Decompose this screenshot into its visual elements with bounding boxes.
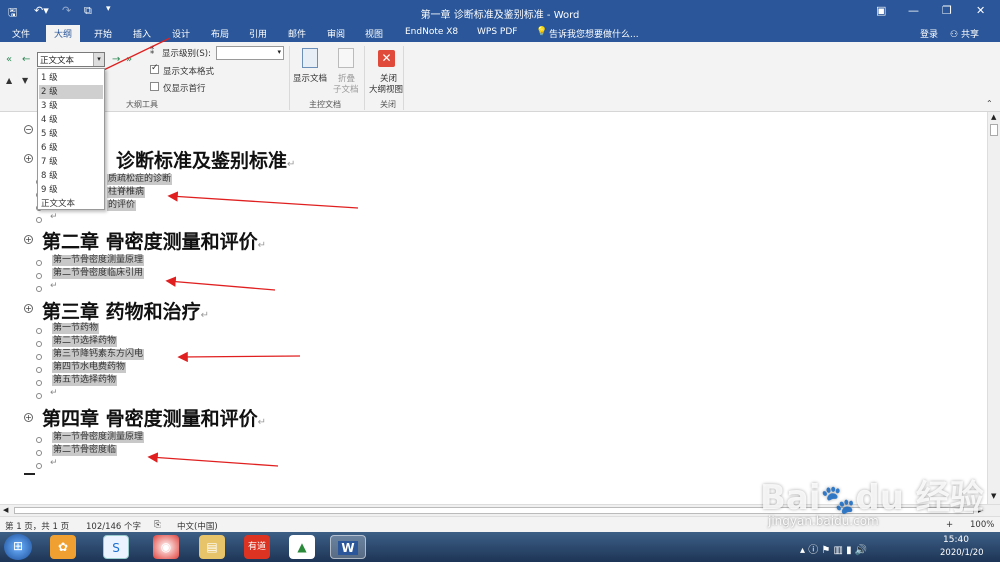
- level-option[interactable]: 4 级: [39, 113, 103, 127]
- taskbar: ⊞ ✿ S ◉ ▤ 有道 ▲ W ▴ ⓘ ⚑ ▥ ▮ 🔊 15:40 2020/…: [0, 532, 1000, 562]
- watermark-url: jingyan.baidu.com: [768, 514, 879, 528]
- word-icon: W: [338, 541, 358, 555]
- youdao-icon[interactable]: 有道: [244, 535, 270, 559]
- clock-time[interactable]: 15:40: [943, 535, 969, 545]
- red-arrow: [167, 191, 359, 209]
- app-icon-2[interactable]: ▲: [289, 535, 315, 559]
- page-count[interactable]: 第 1 页，共 1 页: [5, 520, 69, 532]
- word-count[interactable]: 102/146 个字: [86, 520, 141, 532]
- start-button[interactable]: ⊞: [4, 534, 32, 560]
- red-arrow: [177, 351, 301, 363]
- level-option[interactable]: 2 级: [39, 85, 103, 99]
- word-taskbar-icon[interactable]: W: [330, 535, 366, 559]
- sogou-icon[interactable]: S: [103, 535, 129, 559]
- browser-icon[interactable]: ◉: [153, 535, 179, 559]
- level-option[interactable]: 7 级: [39, 155, 103, 169]
- scroll-left-icon[interactable]: ◀: [3, 506, 8, 514]
- tray-icons[interactable]: ▴ ⓘ ⚑ ▥ ▮ 🔊: [800, 541, 867, 556]
- level-option[interactable]: 9 级: [39, 183, 103, 197]
- folder-icon[interactable]: ▤: [199, 535, 225, 559]
- proofing-icon[interactable]: ⎘: [154, 520, 161, 530]
- level-option[interactable]: 8 级: [39, 169, 103, 183]
- app-icon[interactable]: ✿: [50, 535, 76, 559]
- red-arrow: [165, 276, 276, 291]
- level-option[interactable]: 5 级: [39, 127, 103, 141]
- scroll-up-icon[interactable]: ▲: [991, 113, 996, 121]
- vertical-scrollbar[interactable]: ▲ ▼: [987, 112, 1000, 504]
- level-option[interactable]: 6 级: [39, 141, 103, 155]
- clock-date[interactable]: 2020/1/20: [940, 548, 984, 558]
- red-arrow: [147, 452, 279, 467]
- scroll-thumb[interactable]: [990, 124, 998, 136]
- outline-level-list: 1 级2 级3 级4 级5 级6 级7 级8 级9 级正文文本: [37, 68, 105, 210]
- level-option[interactable]: 1 级: [39, 71, 103, 85]
- level-option[interactable]: 正文文本: [39, 197, 103, 211]
- level-option[interactable]: 3 级: [39, 99, 103, 113]
- language[interactable]: 中文(中国): [177, 520, 218, 532]
- scroll-down-icon[interactable]: ▼: [991, 492, 996, 500]
